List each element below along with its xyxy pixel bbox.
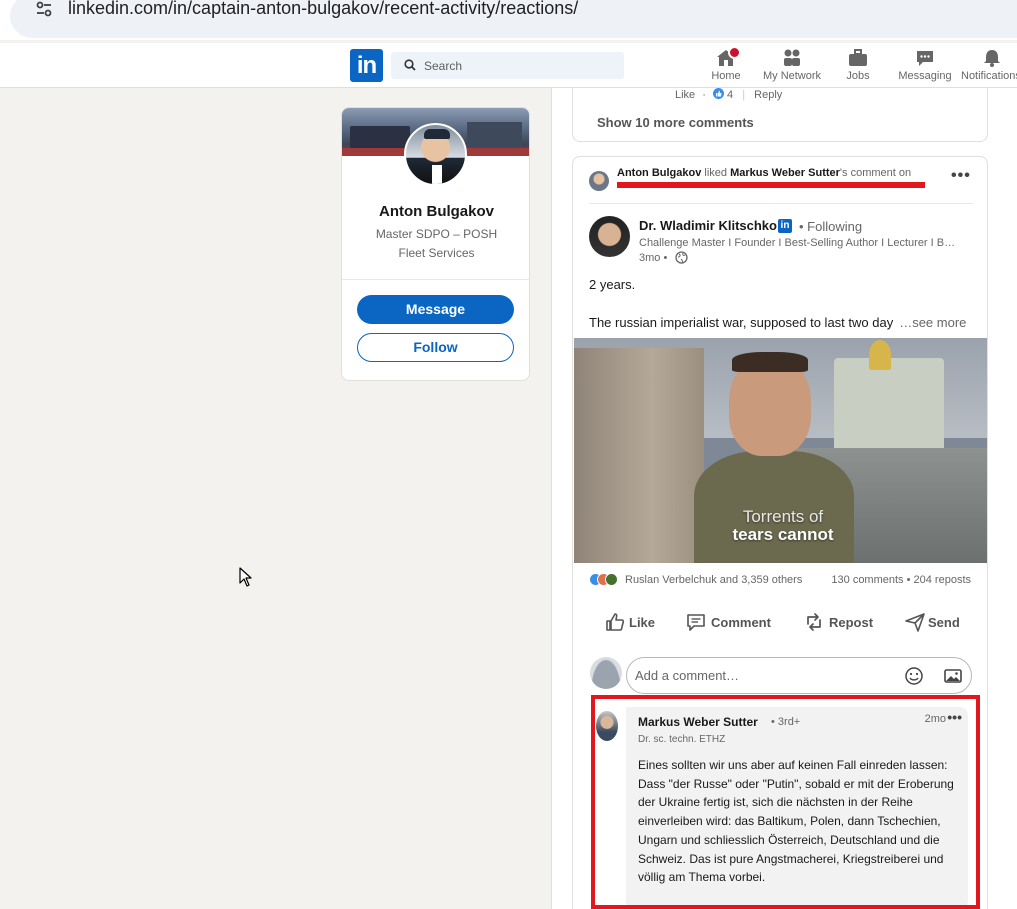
post-time: 3mo • (639, 252, 668, 264)
search-input[interactable]: Search (424, 59, 462, 73)
mouse-cursor-icon (239, 567, 252, 587)
following-status: • Following (799, 219, 863, 234)
profile-headline-line1: Master SDPO – POSH (375, 227, 498, 241)
comment-button[interactable]: Comment (685, 609, 775, 637)
see-more-link[interactable]: …see more (899, 315, 966, 330)
video-cathedral (834, 358, 944, 448)
url-field[interactable]: linkedin.com/in/captain-anton-bulgakov/r… (10, 0, 1017, 38)
people-icon (784, 49, 800, 66)
actor-name[interactable]: Anton Bulgakov (617, 167, 701, 179)
site-settings-icon[interactable] (34, 0, 54, 19)
activity-suffix: 's comment on (839, 167, 912, 179)
speaker-hair (732, 352, 808, 372)
thumbs-up-icon (606, 613, 625, 631)
browser-address-bar: linkedin.com/in/captain-anton-bulgakov/r… (0, 0, 1017, 40)
post-text: The russian imperialist war, supposed to… (589, 315, 966, 330)
post-video[interactable]: Torrents of tears cannot (574, 338, 987, 563)
global-nav: in Search Home My Network Jobs Messaging… (0, 43, 1017, 88)
repost-button[interactable]: Repost (803, 609, 883, 637)
nav-home[interactable]: Home (705, 46, 747, 86)
show-more-comments-button[interactable]: Show 10 more comments (597, 115, 754, 130)
activity-verb: liked (704, 167, 728, 179)
notification-badge (728, 46, 741, 59)
nav-notifications-label: Notifications (961, 70, 1017, 82)
bell-icon (984, 50, 1000, 67)
cover-building (467, 122, 522, 148)
profile-card: Anton Bulgakov Master SDPO – POSH Fleet … (341, 107, 530, 381)
repost-label: Repost (829, 615, 874, 630)
linkedin-logo[interactable]: in (350, 49, 383, 82)
comments-reposts-count[interactable]: 130 comments • 204 reposts (831, 574, 971, 586)
post-text-line2: The russian imperialist war, supposed to… (589, 315, 894, 330)
nav-my-network-label: My Network (762, 70, 822, 82)
post-author-headline: Challenge Master I Founder I Best-Sellin… (639, 237, 959, 249)
send-label: Send (928, 615, 960, 630)
like-reaction-icon (712, 88, 724, 99)
actor-avatar[interactable] (589, 171, 609, 191)
separator: · (702, 89, 706, 101)
chat-icon (917, 51, 933, 66)
comment-actions: Like · 4 | Reply (675, 88, 782, 101)
previous-activity-card: Like · 4 | Reply Show 10 more comments (572, 88, 988, 142)
profile-name[interactable]: Anton Bulgakov (342, 203, 529, 220)
nav-messaging[interactable]: Messaging (896, 46, 954, 86)
post-author-avatar[interactable] (589, 216, 630, 257)
video-dome (869, 340, 891, 370)
comment-label: Comment (711, 615, 771, 630)
search-icon (404, 59, 416, 71)
video-caption-line1: Torrents of (742, 507, 824, 526)
linkedin-premium-icon: in (778, 219, 792, 233)
like-button[interactable]: Like (604, 609, 674, 637)
globe-icon (675, 251, 688, 264)
reply-link[interactable]: Reply (754, 89, 782, 101)
more-options-icon[interactable]: ••• (951, 167, 971, 185)
highlight-annotation-box (591, 695, 980, 909)
nav-messaging-label: Messaging (898, 70, 952, 82)
video-caption-line2: tears cannot (732, 525, 834, 544)
send-button[interactable]: Send (904, 609, 964, 637)
emoji-icon[interactable] (904, 666, 924, 686)
profile-avatar[interactable] (404, 123, 467, 186)
nav-jobs-label: Jobs (846, 70, 870, 82)
post-author-name[interactable]: Dr. Wladimir Klitschko (639, 218, 777, 233)
viewer-avatar (590, 657, 622, 689)
activity-header: Anton Bulgakov liked Markus Weber Sutter… (617, 167, 911, 179)
avatar-cap (424, 129, 450, 139)
redaction-bar (617, 182, 925, 188)
profile-headline: Master SDPO – POSH Fleet Services (342, 225, 529, 263)
like-comment-link[interactable]: Like (675, 89, 695, 101)
message-button[interactable]: Message (357, 295, 514, 324)
divider (589, 203, 973, 204)
reactions-summary[interactable]: Ruslan Verbelchuk and 3,359 others (625, 574, 802, 586)
like-count: 4 (727, 89, 734, 101)
repost-icon (807, 613, 821, 631)
comment-input-placeholder: Add a comment… (635, 668, 740, 683)
url-text[interactable]: linkedin.com/in/captain-anton-bulgakov/r… (68, 0, 578, 19)
celebrate-reaction-icon (605, 573, 618, 586)
comment-author-link[interactable]: Markus Weber Sutter (730, 167, 840, 179)
profile-headline-line2: Fleet Services (398, 246, 475, 260)
send-icon (905, 613, 925, 632)
separator: | (742, 89, 746, 101)
search-box[interactable]: Search (391, 52, 624, 79)
nav-jobs[interactable]: Jobs (840, 46, 876, 86)
nav-my-network[interactable]: My Network (760, 46, 824, 86)
avatar-collar (432, 165, 442, 184)
reaction-icons[interactable] (589, 573, 618, 587)
briefcase-icon (849, 49, 867, 66)
follow-button[interactable]: Follow (357, 333, 514, 362)
nav-home-label: Home (711, 70, 741, 82)
like-label: Like (629, 615, 656, 630)
divider (342, 279, 529, 280)
cover-ship (350, 126, 410, 148)
comment-icon (687, 614, 705, 631)
comment-input[interactable]: Add a comment… (626, 657, 972, 694)
nav-notifications[interactable]: Notifications (961, 46, 1017, 86)
post-text-line1: 2 years. (589, 277, 636, 292)
image-icon[interactable] (943, 666, 963, 686)
